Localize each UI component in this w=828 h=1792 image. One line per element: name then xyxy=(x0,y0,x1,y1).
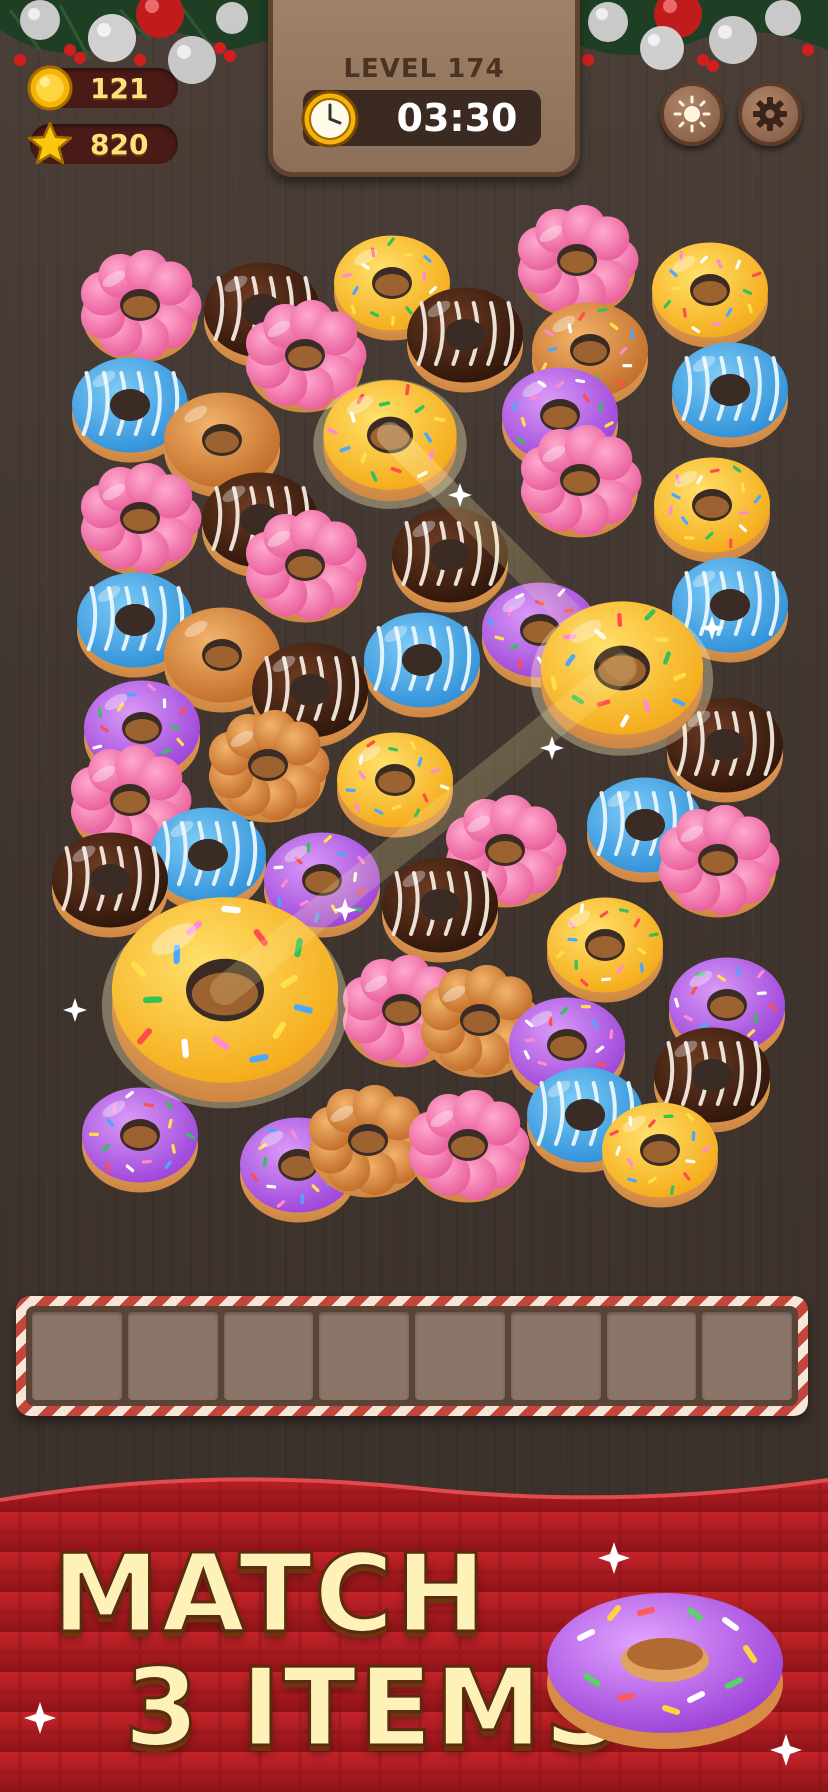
blue-drizzle-donut[interactable] xyxy=(672,342,788,448)
pink-ring-donut[interactable] xyxy=(517,204,639,318)
pink-ring-donut[interactable] xyxy=(408,1089,530,1203)
tray-slot xyxy=(319,1312,409,1400)
yellow-sprinkle-donut[interactable] xyxy=(654,457,770,563)
chocolate-drizzle-donut[interactable] xyxy=(382,857,498,963)
pink-ring-donut[interactable] xyxy=(80,249,202,363)
pink-ring-donut[interactable] xyxy=(80,462,202,576)
collection-tray xyxy=(16,1296,808,1416)
purple-donut-illustration xyxy=(547,1593,783,1749)
tray-slots xyxy=(26,1306,798,1406)
tray-slot xyxy=(510,1312,601,1400)
tray-slot xyxy=(415,1312,505,1400)
purple-sprinkle-donut[interactable] xyxy=(82,1087,198,1193)
tray-slot xyxy=(606,1312,697,1400)
orange-ring-donut[interactable] xyxy=(208,709,330,823)
chocolate-drizzle-donut[interactable] xyxy=(407,287,523,393)
tray-slot xyxy=(223,1312,314,1400)
banner-title-line1: MATCH xyxy=(51,1531,488,1659)
sparkle-icon xyxy=(63,998,87,1022)
donut-playfield[interactable] xyxy=(0,0,828,1250)
tray-slot xyxy=(702,1312,792,1400)
tray-slot xyxy=(127,1312,218,1400)
blue-drizzle-donut[interactable] xyxy=(364,612,480,718)
yellow-sprinkle-donut[interactable] xyxy=(547,897,663,1003)
tray-slot xyxy=(32,1312,122,1400)
yellow-sprinkle-donut[interactable] xyxy=(652,242,768,348)
yellow-sprinkle-donut[interactable] xyxy=(602,1102,718,1208)
